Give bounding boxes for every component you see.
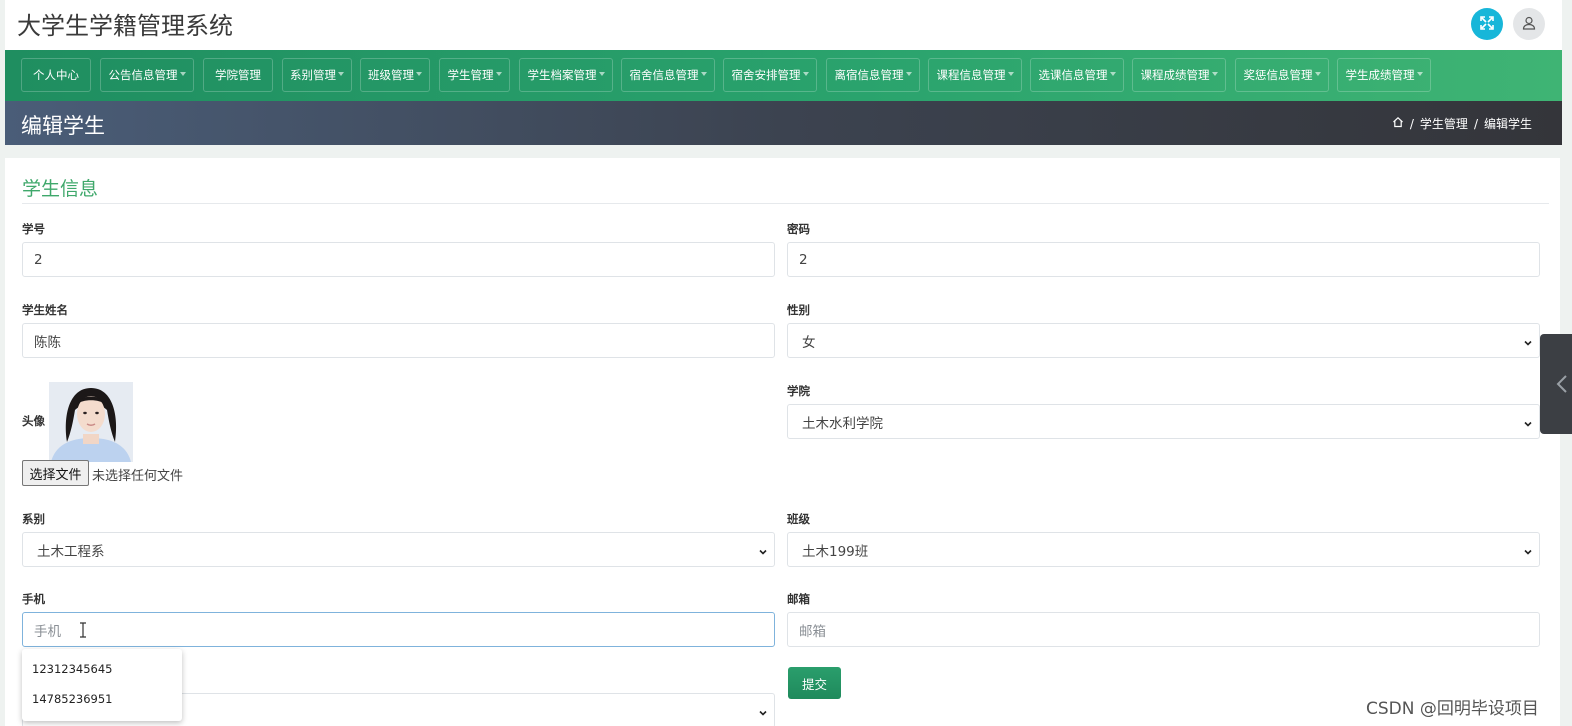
college-select[interactable]: 土木水利学院 — [787, 404, 1540, 439]
fullscreen-button[interactable] — [1471, 8, 1503, 40]
top-header: 大学生学籍管理系统 — [5, 0, 1562, 50]
app-title: 大学生学籍管理系统 — [17, 12, 233, 40]
dropdown-caret-icon — [802, 72, 809, 76]
avatar-image — [49, 382, 133, 462]
student-form-card: 学生信息 学号 2 密码 2 学生姓名 陈陈 性别 女 头像 选择文件 未选择任… — [5, 158, 1560, 726]
autocomplete-option[interactable]: 14785236951 — [32, 692, 112, 706]
name-label: 学生姓名 — [22, 303, 68, 317]
page-title: 编辑学生 — [21, 114, 105, 138]
password-input[interactable]: 2 — [787, 242, 1540, 277]
email-input[interactable]: 邮箱 — [787, 612, 1540, 647]
watermark: CSDN @回明毕设项目 — [1366, 699, 1539, 719]
dropdown-caret-icon — [905, 72, 912, 76]
nav-item-student[interactable]: 学生管理 — [439, 58, 510, 92]
phone-input[interactable]: 手机 — [22, 612, 775, 647]
student-no-label: 学号 — [22, 222, 45, 236]
breadcrumb-separator: / — [1409, 116, 1414, 131]
main-nav: 个人中心 公告信息管理 学院管理 系别管理 班级管理 学生管理 学生档案管理 宿… — [5, 50, 1562, 101]
side-panel-toggle[interactable] — [1540, 334, 1572, 434]
nav-item-class[interactable]: 班级管理 — [360, 58, 430, 92]
chevron-down-icon — [1523, 417, 1533, 433]
dropdown-caret-icon — [1109, 72, 1116, 76]
gender-label: 性别 — [787, 303, 810, 317]
section-title: 学生信息 — [22, 178, 99, 200]
student-no-input[interactable]: 2 — [22, 242, 775, 277]
department-label: 系别 — [22, 512, 45, 526]
text-cursor-icon — [79, 622, 87, 642]
user-menu-button[interactable] — [1513, 8, 1545, 40]
phone-label: 手机 — [22, 592, 45, 606]
nav-item-reward-punish[interactable]: 奖惩信息管理 — [1235, 58, 1329, 92]
dropdown-caret-icon — [338, 72, 344, 76]
avatar-label: 头像 — [22, 414, 45, 428]
nav-item-student-archive[interactable]: 学生档案管理 — [519, 58, 613, 92]
nav-item-department[interactable]: 系别管理 — [282, 58, 352, 92]
nav-item-personal-center[interactable]: 个人中心 — [21, 58, 91, 92]
class-label: 班级 — [787, 512, 810, 526]
nav-item-leave-dorm[interactable]: 离宿信息管理 — [826, 58, 920, 92]
section-divider — [22, 203, 1549, 204]
dropdown-caret-icon — [598, 72, 605, 76]
chevron-down-icon — [1523, 336, 1533, 352]
name-input[interactable]: 陈陈 — [22, 323, 775, 358]
choose-file-button[interactable]: 选择文件 — [22, 460, 89, 486]
submit-button[interactable]: 提交 — [788, 667, 841, 699]
dropdown-caret-icon — [1211, 72, 1218, 76]
nav-item-course-score[interactable]: 课程成绩管理 — [1132, 58, 1226, 92]
breadcrumb-separator: / — [1473, 116, 1478, 131]
autocomplete-option[interactable]: 12312345645 — [32, 662, 112, 676]
department-select[interactable]: 土木工程系 — [22, 532, 775, 567]
dropdown-caret-icon — [416, 72, 422, 76]
phone-autocomplete-list: 12312345645 14785236951 — [22, 649, 182, 721]
dropdown-caret-icon — [700, 72, 707, 76]
chevron-down-icon — [1523, 545, 1533, 561]
page-header: 编辑学生 / 学生管理 / 编辑学生 — [5, 101, 1562, 145]
dropdown-caret-icon — [1416, 72, 1423, 76]
email-label: 邮箱 — [787, 592, 810, 606]
password-label: 密码 — [787, 222, 810, 236]
nav-item-student-score[interactable]: 学生成绩管理 — [1337, 58, 1431, 92]
nav-item-course-info[interactable]: 课程信息管理 — [928, 58, 1022, 92]
chevron-down-icon — [758, 545, 768, 561]
nav-item-course-select[interactable]: 选课信息管理 — [1030, 58, 1124, 92]
user-icon — [1522, 15, 1536, 34]
breadcrumb: / 学生管理 / 编辑学生 — [1392, 115, 1532, 132]
nav-item-dorm-arrange[interactable]: 宿舍安排管理 — [723, 58, 817, 92]
dropdown-caret-icon — [179, 72, 186, 76]
breadcrumb-item-student-manage[interactable]: 学生管理 — [1420, 115, 1468, 132]
class-select[interactable]: 土木199班 — [787, 532, 1540, 567]
nav-item-notice[interactable]: 公告信息管理 — [100, 58, 194, 92]
nav-item-dorm-info[interactable]: 宿舍信息管理 — [621, 58, 715, 92]
expand-icon — [1480, 15, 1494, 34]
chevron-left-icon — [1556, 374, 1568, 398]
chevron-down-icon — [758, 706, 768, 722]
college-label: 学院 — [787, 384, 810, 398]
file-status-text: 未选择任何文件 — [92, 469, 184, 484]
breadcrumb-item-edit-student: 编辑学生 — [1483, 117, 1532, 131]
nav-item-college[interactable]: 学院管理 — [203, 58, 273, 92]
dropdown-caret-icon — [495, 72, 502, 76]
gender-select[interactable]: 女 — [787, 323, 1540, 358]
dropdown-caret-icon — [1314, 72, 1321, 76]
dropdown-caret-icon — [1007, 72, 1014, 76]
home-icon[interactable] — [1392, 116, 1404, 131]
